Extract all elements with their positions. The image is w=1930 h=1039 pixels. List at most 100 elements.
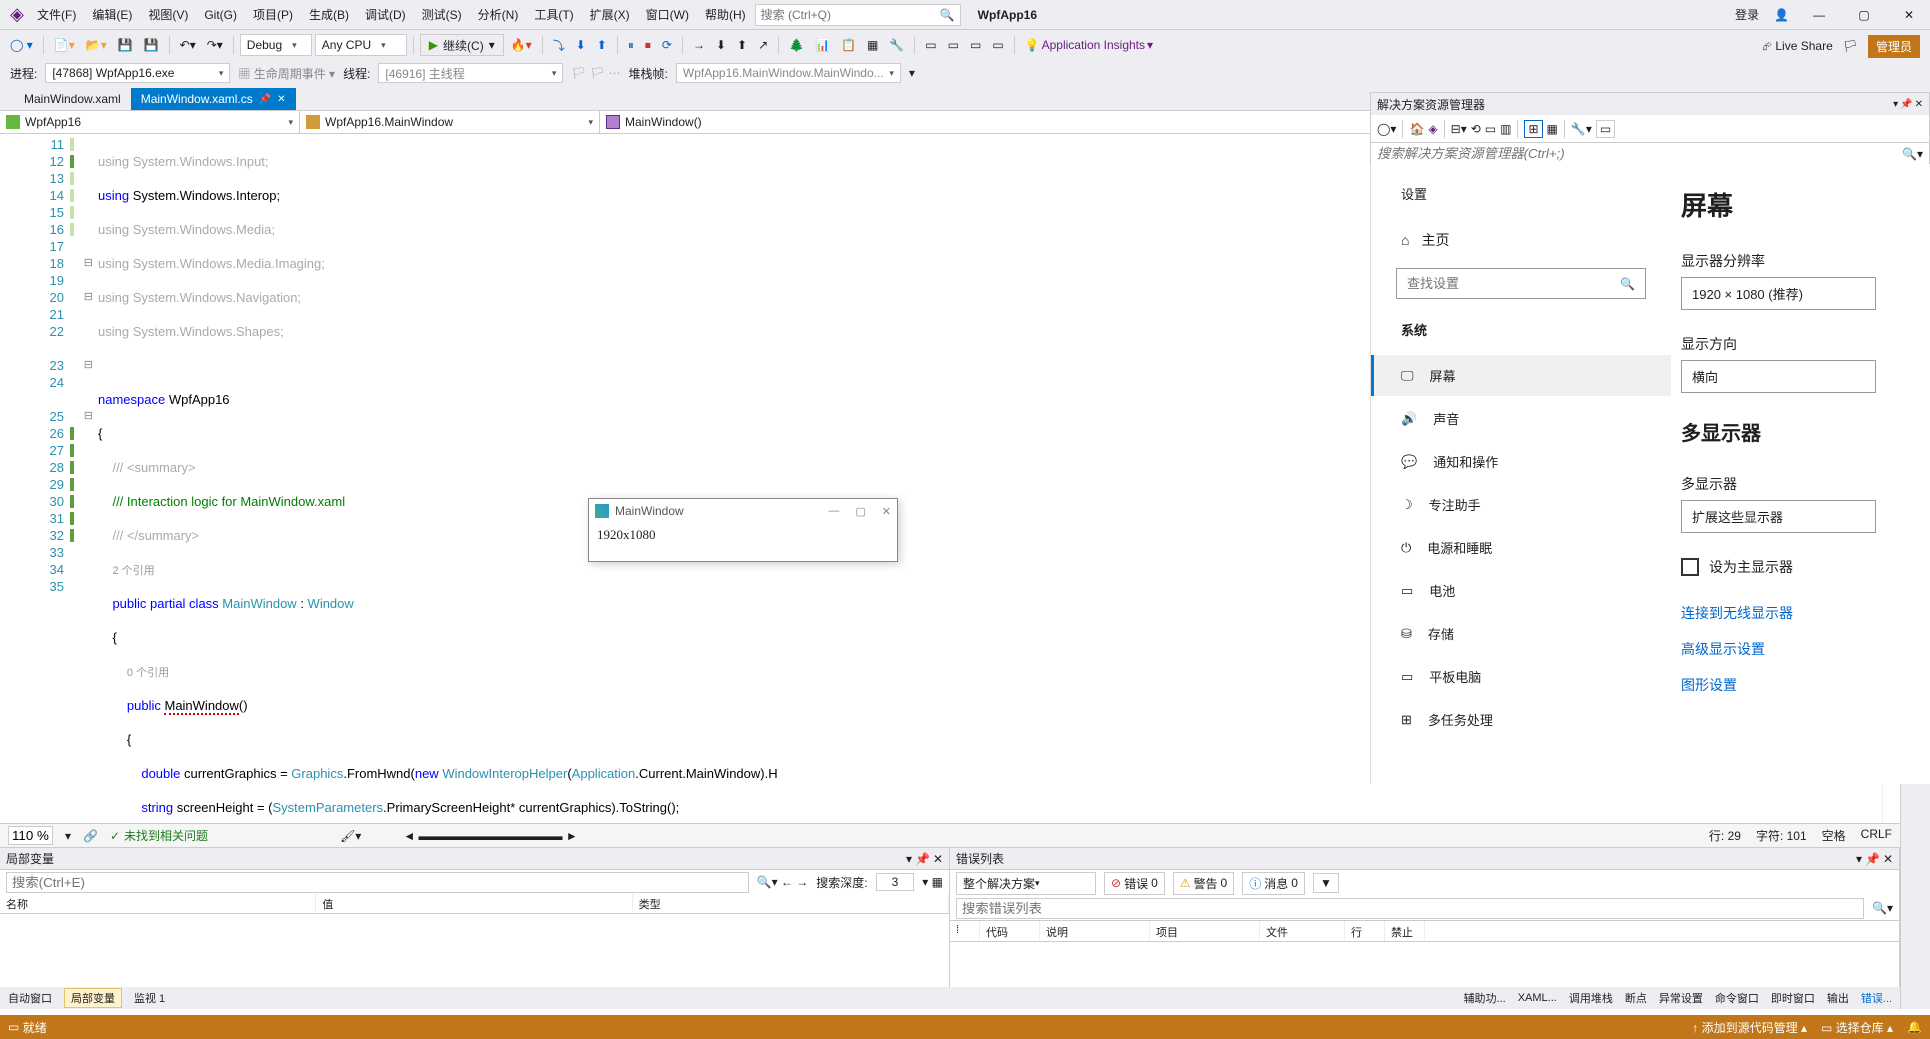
settings-search[interactable]: 🔍	[1396, 268, 1646, 299]
bottom-tab-exc[interactable]: 异常设置	[1659, 990, 1703, 1006]
panel-close-icon[interactable]: ✕	[1883, 852, 1893, 866]
advanced-display-link[interactable]: 高级显示设置	[1681, 639, 1920, 659]
settings-item-tablet[interactable]: ▭平板电脑	[1371, 656, 1671, 697]
restart-button[interactable]: ⟳	[658, 34, 676, 56]
err-col-line[interactable]: 行	[1345, 921, 1385, 941]
redo-button[interactable]: ↷▾	[203, 34, 227, 56]
tb-icon-6[interactable]: ▦	[863, 34, 882, 56]
err-col-icon[interactable]: ⁞	[950, 921, 980, 941]
crlf-indicator[interactable]: CRLF	[1861, 827, 1892, 844]
bottom-tab-err[interactable]: 错误...	[1861, 990, 1892, 1006]
tab-xaml[interactable]: MainWindow.xaml	[14, 88, 131, 110]
title-search-box[interactable]: 🔍	[755, 4, 961, 26]
settings-item-storage[interactable]: ⛁存储	[1371, 613, 1671, 654]
menu-analyze[interactable]: 分析(N)	[471, 3, 526, 26]
err-search-input[interactable]	[956, 898, 1864, 919]
maximize-button[interactable]: ▢	[1849, 4, 1879, 26]
messages-filter[interactable]: ⓘ消息 0	[1242, 872, 1305, 895]
popup-max-icon[interactable]: ▢	[855, 505, 865, 518]
ref-icon[interactable]: 🔗	[83, 829, 98, 843]
err-col-desc[interactable]: 说明	[1040, 921, 1150, 941]
pause-button[interactable]: ⏸	[624, 34, 638, 56]
menu-view[interactable]: 视图(V)	[141, 3, 195, 26]
sol-stack-icon[interactable]: ▥	[1500, 122, 1511, 136]
locals-col-name[interactable]: 名称	[0, 894, 316, 913]
menu-git[interactable]: Git(G)	[197, 5, 244, 25]
sol-home-icon[interactable]: 🏠	[1409, 122, 1424, 136]
tb-icon-10[interactable]: ▭	[966, 34, 985, 56]
stop-button[interactable]: ⏹	[641, 34, 655, 56]
col-indicator[interactable]: 字符: 101	[1756, 827, 1807, 844]
status-bell-icon[interactable]: 🔔	[1907, 1020, 1922, 1034]
tb-icon-9[interactable]: ▭	[944, 34, 963, 56]
wpf-mainwindow-popup[interactable]: MainWindow —▢✕ 1920x1080	[588, 498, 898, 562]
tb-icon-11[interactable]: ▭	[988, 34, 1007, 56]
stackframe-combo[interactable]: WpfApp16.MainWindow.MainWindo...	[676, 63, 901, 83]
platform-combo[interactable]: Any CPU	[315, 34, 407, 56]
add-to-source-control[interactable]: ↑ 添加到源代码管理 ▴	[1692, 1019, 1807, 1036]
depth-combo[interactable]: 3	[876, 873, 915, 891]
bottom-tab-aux[interactable]: 辅助功...	[1464, 990, 1506, 1006]
pin-icon[interactable]: 📌	[259, 94, 271, 105]
orientation-select[interactable]: 横向	[1681, 360, 1876, 393]
menu-extensions[interactable]: 扩展(X)	[583, 3, 637, 26]
bottom-tab-watch[interactable]: 监视 1	[134, 990, 165, 1006]
close-tab-icon[interactable]: ✕	[277, 94, 285, 105]
menu-test[interactable]: 测试(S)	[415, 3, 469, 26]
err-col-suppress[interactable]: 禁止	[1385, 921, 1425, 941]
sol-search-input[interactable]	[1377, 146, 1902, 161]
bottom-tab-out[interactable]: 输出	[1827, 990, 1849, 1006]
line-indicator[interactable]: 行: 29	[1709, 827, 1741, 844]
minimize-button[interactable]: —	[1804, 4, 1834, 26]
menu-debug[interactable]: 调试(D)	[358, 3, 413, 26]
err-col-file[interactable]: 文件	[1260, 921, 1345, 941]
hot-reload-button[interactable]: 🔥▾	[507, 34, 536, 56]
save-button[interactable]: 💾	[114, 34, 137, 56]
panel-close-icon[interactable]: ✕	[933, 852, 943, 866]
sol-props-icon[interactable]: ▦	[1547, 122, 1558, 136]
sol-preview-icon[interactable]: ▭	[1596, 120, 1615, 138]
settings-item-notif[interactable]: 💬通知和操作	[1371, 441, 1671, 482]
sol-back-icon[interactable]: ◯▾	[1377, 122, 1396, 136]
insights-button[interactable]: 💡 Application Insights ▾	[1021, 34, 1157, 56]
thread-combo[interactable]: [46916] 主线程	[378, 63, 563, 83]
menu-help[interactable]: 帮助(H)	[698, 3, 753, 26]
tb-icon-2[interactable]: ⬆	[733, 34, 751, 56]
errors-filter[interactable]: ⊘错误 0	[1104, 872, 1165, 895]
err-col-project[interactable]: 项目	[1150, 921, 1260, 941]
step-into-button[interactable]: ⬇	[572, 34, 590, 56]
bottom-tab-bp[interactable]: 断点	[1625, 990, 1647, 1006]
panel-dropdown-icon[interactable]: ▾	[1856, 852, 1862, 866]
title-search-input[interactable]	[761, 8, 931, 22]
resolution-select[interactable]: 1920 × 1080 (推荐)	[1681, 277, 1876, 310]
settings-item-display[interactable]: 🖵屏幕	[1371, 355, 1671, 396]
tab-xaml-cs[interactable]: MainWindow.xaml.cs📌✕	[131, 88, 296, 110]
undo-button[interactable]: ↶▾	[176, 34, 200, 56]
bottom-tab-auto[interactable]: 自动窗口	[8, 990, 52, 1006]
sol-file-icon[interactable]: ▭	[1485, 122, 1496, 136]
sol-wrench-icon[interactable]: 🔧▾	[1571, 122, 1592, 136]
nav-back-button[interactable]: ◯ ▾	[6, 34, 37, 56]
panel-pin-icon[interactable]: 📌	[1865, 852, 1880, 866]
navbar-project[interactable]: WpfApp16	[0, 111, 300, 133]
err-scope-combo[interactable]: 整个解决方案	[956, 872, 1096, 895]
bottom-tab-imm[interactable]: 即时窗口	[1771, 990, 1815, 1006]
login-link[interactable]: 登录	[1735, 6, 1759, 23]
sol-tree-icon[interactable]: ⊟▾	[1451, 122, 1467, 136]
tb-icon-3[interactable]: ↗	[754, 34, 772, 56]
menu-project[interactable]: 项目(P)	[246, 3, 300, 26]
wireless-display-link[interactable]: 连接到无线显示器	[1681, 603, 1920, 623]
bottom-tab-xaml[interactable]: XAML...	[1518, 992, 1557, 1004]
settings-item-power[interactable]: ⏻电源和睡眠	[1371, 527, 1671, 568]
settings-item-focus[interactable]: ☽专注助手	[1371, 484, 1671, 525]
err-filter-icon[interactable]: ▼	[1313, 873, 1339, 893]
tb-icon-5[interactable]: 📋	[837, 34, 860, 56]
bottom-tab-callstack[interactable]: 调用堆栈	[1569, 990, 1613, 1006]
popup-titlebar[interactable]: MainWindow —▢✕	[589, 499, 897, 523]
open-button[interactable]: 📂▾	[82, 34, 111, 56]
tb-icon-7[interactable]: 🔧	[885, 34, 908, 56]
brush-icon[interactable]: 🖌▾	[340, 829, 361, 843]
menu-file[interactable]: 文件(F)	[30, 3, 83, 26]
user-icon[interactable]: 👤	[1774, 8, 1789, 22]
close-button[interactable]: ✕	[1894, 4, 1924, 26]
